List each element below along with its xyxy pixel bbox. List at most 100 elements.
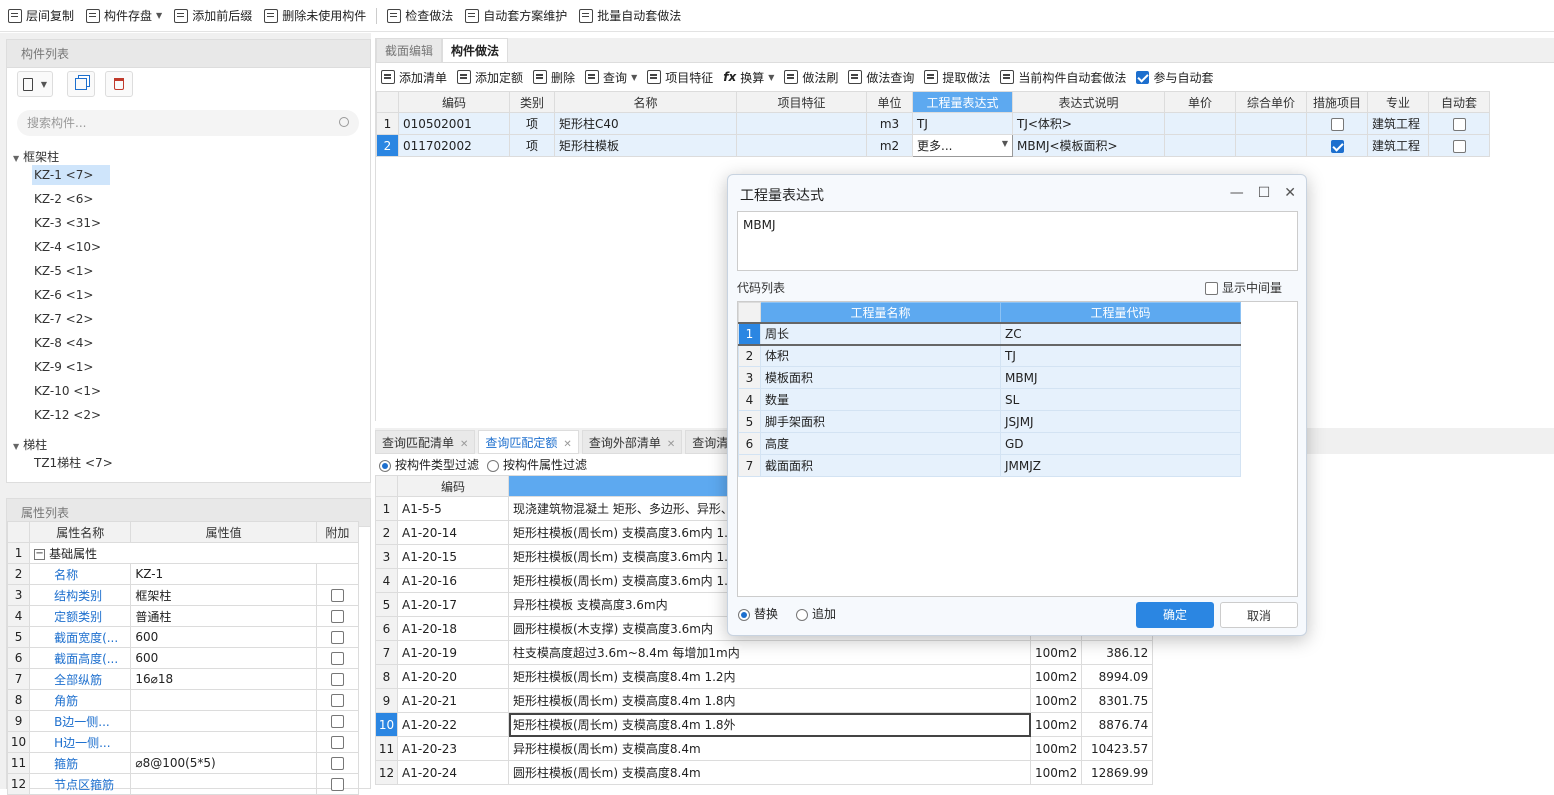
tree-item-kz2[interactable]: KZ-2 <6> <box>32 189 110 209</box>
table-row[interactable]: 7 全部纵筋 16⌀18 <box>6 668 360 690</box>
auto-checkbox[interactable] <box>1452 117 1466 131</box>
quota-price-cell[interactable]: 10423.57 <box>1081 736 1154 761</box>
tab-match-quota[interactable]: 查询匹配定额 ✕ <box>478 430 579 454</box>
extra-checkbox[interactable] <box>330 589 344 602</box>
table-row[interactable]: 8 角筋 <box>6 689 360 711</box>
quantity-name-cell[interactable]: 高度 <box>760 432 1001 455</box>
table-row[interactable]: 11 箍筋 ⌀8@100(5*5) <box>6 752 360 774</box>
save-component-button[interactable]: 构件存盘 ▼ <box>80 0 168 32</box>
table-row[interactable]: 12 A1-20-24 圆形柱模板(周长m) 支模高度8.4m 100m2 12869.… <box>375 760 1154 785</box>
quota-code-cell[interactable]: A1-20-14 <box>397 520 509 545</box>
extra-checkbox[interactable] <box>330 673 344 686</box>
expression-input[interactable]: MBMJ <box>737 211 1298 271</box>
prop-value[interactable]: 600 <box>130 626 317 648</box>
table-row[interactable]: 7 截面面积 JMMJZ <box>738 454 1241 477</box>
filter-attr-option[interactable]: 按构件属性过滤 <box>487 456 587 473</box>
prop-value[interactable]: 600 <box>130 647 317 669</box>
table-row[interactable]: 8 A1-20-20 矩形柱模板(周长m) 支模高度8.4m 1.2内 100m2 89… <box>375 664 1154 689</box>
quantity-code-cell[interactable]: MBMJ <box>1000 366 1241 389</box>
quantity-code-cell[interactable]: GD <box>1000 432 1241 455</box>
tab-component-method[interactable]: 构件做法 <box>442 38 509 62</box>
delete-button[interactable]: 删除 <box>528 65 580 89</box>
method-brush-button[interactable]: 做法刷 <box>779 65 843 89</box>
convert-button[interactable]: fx 换算 ▼ <box>718 65 779 89</box>
quantity-name-cell[interactable]: 脚手架面积 <box>760 410 1001 433</box>
table-row[interactable]: 3 结构类别 框架柱 <box>6 584 360 606</box>
extra-checkbox[interactable] <box>330 715 344 728</box>
prop-value[interactable]: 框架柱 <box>130 584 317 606</box>
tree-item-kz1[interactable]: KZ-1 <7> <box>32 165 110 185</box>
batch-auto-button[interactable]: 批量自动套做法 <box>573 0 687 32</box>
measure-checkbox[interactable] <box>1330 117 1344 131</box>
quantity-code-cell[interactable]: ZC <box>1000 321 1241 346</box>
table-row[interactable]: 1 周长 ZC <box>738 321 1241 346</box>
maximize-icon[interactable]: ☐ <box>1258 185 1271 201</box>
join-auto-toggle[interactable]: 参与自动套 <box>1131 65 1218 89</box>
quota-code-cell[interactable]: A1-20-20 <box>397 664 509 689</box>
chevron-down-icon[interactable]: ▼ <box>1002 139 1008 148</box>
total-price-cell[interactable] <box>1235 112 1307 135</box>
table-row[interactable]: 6 高度 GD <box>738 432 1241 455</box>
price-cell[interactable] <box>1164 134 1236 157</box>
add-list-button[interactable]: 添加清单 <box>376 65 452 89</box>
table-row[interactable]: 9 A1-20-21 矩形柱模板(周长m) 支模高度8.4m 1.8内 100m2 83… <box>375 688 1154 713</box>
quota-code-cell[interactable]: A1-20-18 <box>397 616 509 641</box>
extra-checkbox[interactable] <box>330 778 344 791</box>
unit-cell[interactable]: m2 <box>866 134 913 157</box>
show-intermediate-checkbox[interactable] <box>1204 282 1218 295</box>
prop-group[interactable]: − 基础属性 <box>29 542 359 564</box>
table-row[interactable]: 10 H边一侧... <box>6 731 360 753</box>
table-row[interactable]: 12 节点区箍筋 <box>6 773 360 795</box>
quota-name-cell[interactable]: 矩形柱模板(周长m) 支模高度8.4m 1.2内 <box>508 664 1031 689</box>
method-query-button[interactable]: 做法查询 <box>843 65 919 89</box>
quota-name-cell[interactable]: 矩形柱模板(周长m) 支模高度8.4m 1.8内 <box>508 688 1031 713</box>
extra-checkbox[interactable] <box>330 694 344 707</box>
quantity-code-cell[interactable]: SL <box>1000 388 1241 411</box>
auto-scheme-button[interactable]: 自动套方案维护 <box>459 0 573 32</box>
expression-dropdown[interactable]: 更多... ▼ <box>912 134 1013 157</box>
quota-code-cell[interactable]: A1-20-19 <box>397 640 509 665</box>
table-row[interactable]: 5 脚手架面积 JSJMJ <box>738 410 1241 433</box>
new-component-button[interactable]: ▼ <box>17 71 53 97</box>
quota-unit-cell[interactable]: 100m2 <box>1029 664 1083 689</box>
table-row[interactable]: 9 B边一侧... <box>6 710 360 732</box>
price-cell[interactable] <box>1164 112 1236 135</box>
expression-cell[interactable]: TJ <box>912 112 1013 135</box>
table-row[interactable]: 1 − 基础属性 <box>6 542 359 564</box>
tree-item-kz5[interactable]: KZ-5 <1> <box>32 261 110 281</box>
check-method-button[interactable]: 检查做法 <box>381 0 459 32</box>
unit-cell[interactable]: m3 <box>866 112 913 135</box>
type-cell[interactable]: 项 <box>509 134 555 157</box>
quota-unit-cell[interactable]: 100m2 <box>1029 688 1083 713</box>
mode-replace-option[interactable]: 替换 <box>738 605 778 622</box>
cancel-button[interactable]: 取消 <box>1220 602 1298 628</box>
chevron-down-icon[interactable]: ▼ <box>768 73 774 82</box>
quota-unit-cell[interactable]: 100m2 <box>1029 760 1083 785</box>
close-icon[interactable]: ✕ <box>460 439 468 450</box>
extra-checkbox[interactable] <box>330 652 344 665</box>
quota-name-cell[interactable]: 圆形柱模板(周长m) 支模高度8.4m <box>508 760 1031 785</box>
copy-component-button[interactable] <box>67 71 95 97</box>
prop-value[interactable] <box>130 710 317 732</box>
mode-replace-radio[interactable] <box>738 608 750 621</box>
table-row[interactable]: 11 A1-20-23 异形柱模板(周长m) 支模高度8.4m 100m2 10423.… <box>375 736 1154 761</box>
delete-unused-button[interactable]: 删除未使用构件 <box>258 0 372 32</box>
table-row[interactable]: 1 010502001 项 矩形柱C40 m3 TJ TJ<体积> 建筑工程 <box>376 112 1490 135</box>
code-cell[interactable]: 011702002 <box>398 134 510 157</box>
type-cell[interactable]: 项 <box>509 112 555 135</box>
quota-price-cell[interactable]: 8994.09 <box>1081 664 1154 689</box>
copy-floor-button[interactable]: 层间复制 <box>2 0 80 32</box>
table-row[interactable]: 2 体积 TJ <box>738 344 1241 367</box>
quantity-name-cell[interactable]: 截面面积 <box>760 454 1001 477</box>
table-row[interactable]: 10 A1-20-22 矩形柱模板(周长m) 支模高度8.4m 1.8外 100m2 8… <box>375 712 1154 737</box>
tree-item-kz3[interactable]: KZ-3 <31> <box>32 213 110 233</box>
filter-attr-radio[interactable] <box>487 459 500 472</box>
measure-checkbox[interactable] <box>1330 139 1344 153</box>
code-cell[interactable]: 010502001 <box>398 112 510 135</box>
quantity-name-cell[interactable]: 周长 <box>760 321 1001 346</box>
quantity-code-cell[interactable]: JSJMJ <box>1000 410 1241 433</box>
quantity-code-cell[interactable]: TJ <box>1000 344 1241 367</box>
tree-item-kz8[interactable]: KZ-8 <4> <box>32 333 110 353</box>
close-icon[interactable]: ✕ <box>563 439 571 450</box>
expand-icon[interactable]: ▼ <box>13 442 19 451</box>
